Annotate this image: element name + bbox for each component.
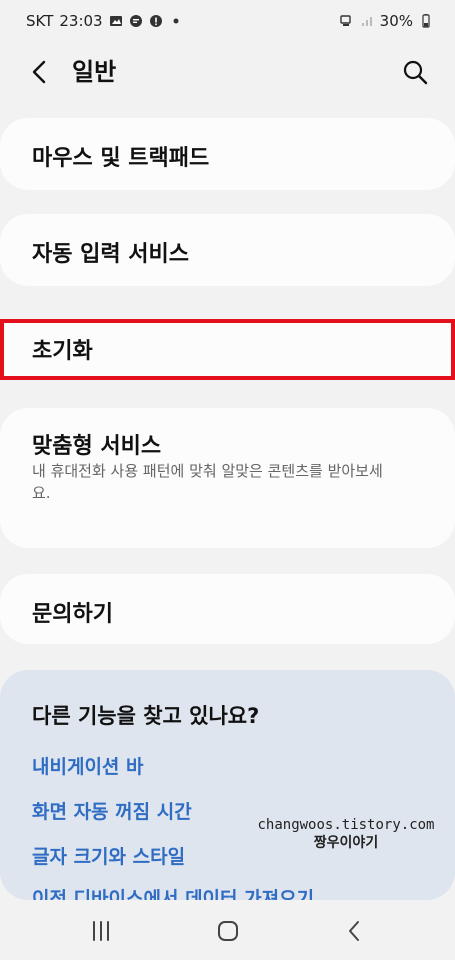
status-left: SKT 23:03 (26, 12, 183, 30)
system-nav-bar (0, 900, 455, 960)
status-bar: SKT 23:03 30% (0, 0, 455, 44)
nav-back-button[interactable] (340, 916, 370, 946)
watermark-name: 짱우이야기 (313, 835, 379, 851)
app-header: 일반 (0, 44, 455, 100)
menu-item-label: 마우스 및 트랙패드 (32, 146, 210, 171)
status-right: 30% (339, 12, 433, 30)
recents-icon (93, 921, 109, 941)
dot-icon (173, 18, 179, 24)
menu-item-label: 문의하기 (32, 602, 113, 627)
clock: 23:03 (59, 12, 103, 30)
suggestion-link-navigation-bar[interactable]: 내비게이션 바 (32, 752, 144, 779)
alert-icon (149, 15, 162, 27)
menu-item-autofill[interactable]: 자동 입력 서비스 (0, 214, 455, 286)
suggestion-link-screen-timeout[interactable]: 화면 자동 꺼짐 시간 (32, 797, 192, 824)
menu-item-label: 맞춤형 서비스 (32, 434, 162, 459)
home-button[interactable] (213, 916, 243, 946)
battery-icon (422, 14, 430, 28)
menu-item-customization-service[interactable]: 맞춤형 서비스 내 휴대전화 사용 패턴에 맞춰 알맞은 콘텐츠를 받아보세요. (0, 408, 455, 548)
menu-item-mouse-trackpad[interactable]: 마우스 및 트랙패드 (0, 118, 455, 190)
back-button[interactable] (24, 56, 56, 88)
battery-level: 30% (379, 12, 413, 30)
menu-item-label: 초기화 (32, 339, 93, 364)
suggestion-link-font-size-style[interactable]: 글자 크기와 스타일 (32, 842, 185, 869)
watermark: changwoos.tistory.com 짱우이야기 (246, 816, 446, 852)
search-icon (403, 60, 428, 85)
menu-item-reset[interactable]: 초기화 (0, 319, 455, 380)
wifi-calling-icon (339, 15, 351, 26)
nav-back-icon (349, 921, 359, 941)
suggestions-card: 다른 기능을 찾고 있나요? 내비게이션 바 화면 자동 꺼짐 시간 글자 크기… (0, 670, 455, 900)
gallery-icon (109, 16, 122, 26)
menu-item-label: 자동 입력 서비스 (32, 242, 189, 267)
suggestions-title: 다른 기능을 찾고 있나요? (32, 704, 260, 728)
menu-item-contact-us[interactable]: 문의하기 (0, 574, 455, 644)
chat-icon (129, 15, 142, 27)
page-title: 일반 (72, 58, 117, 86)
search-button[interactable] (399, 56, 431, 88)
chevron-left-icon (32, 60, 46, 84)
signal-icon (361, 17, 372, 26)
menu-item-description: 내 휴대전화 사용 패턴에 맞춰 알맞은 콘텐츠를 받아보세요. (32, 462, 383, 502)
carrier-label: SKT (26, 12, 54, 30)
recents-button[interactable] (86, 916, 116, 946)
home-icon (218, 921, 238, 941)
watermark-url: changwoos.tistory.com (257, 817, 435, 833)
suggestion-link-transfer-data[interactable]: 이전 디바이스에서 데이터 가져오기 (32, 884, 314, 900)
